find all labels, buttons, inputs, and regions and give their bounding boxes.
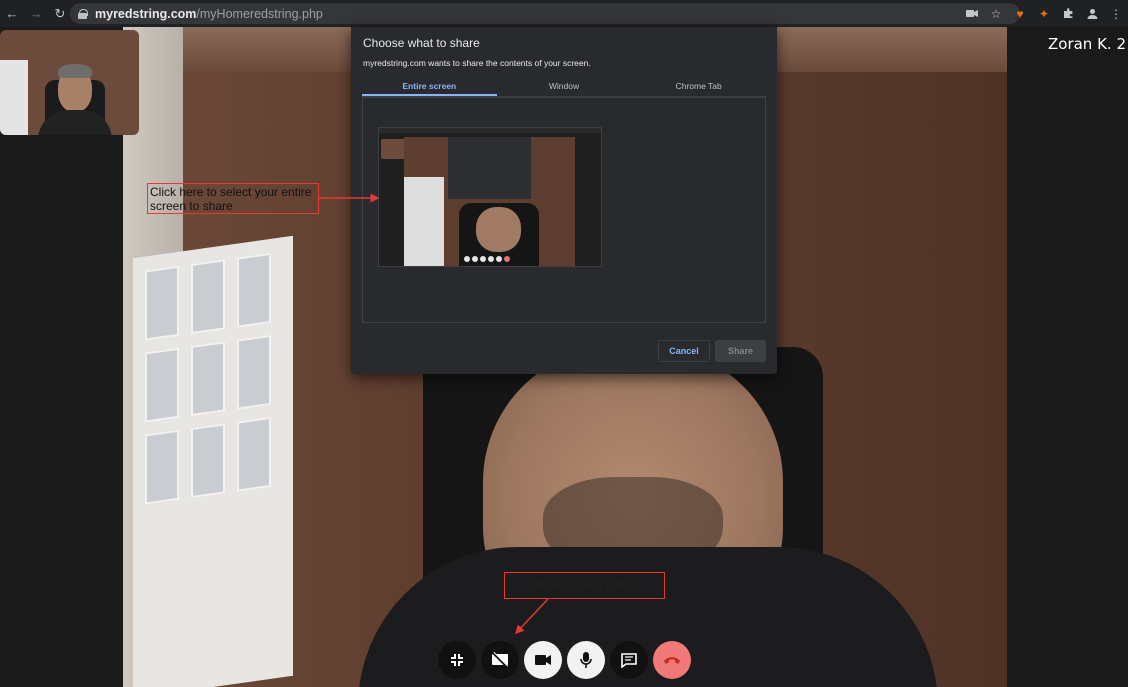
video-window-frame [133,235,293,687]
thumb-ctrl [472,256,478,262]
video-pane [191,423,225,499]
phone-hangup-icon [664,657,680,664]
profile-icon[interactable] [1080,0,1104,27]
tab-chrome-tab[interactable]: Chrome Tab [631,77,766,96]
thumb-toolbar [379,128,601,133]
forward-icon[interactable]: → [24,0,48,27]
share-dialog: Choose what to share myredstring.com wan… [351,27,777,374]
thumb-dialog-shape [448,137,531,199]
camera-button[interactable] [524,641,562,679]
thumb-hair [58,64,92,78]
thumb-ctrl [480,256,486,262]
thumb-face-shape [476,207,521,252]
thumb-ctrl [504,256,510,262]
video-pane [145,347,179,423]
dialog-subtitle: myredstring.com wants to share the conte… [363,58,591,68]
url-path: /myHomeredstring.php [196,6,323,21]
call-controls [438,641,691,679]
share-tabs: Entire screen Window Chrome Tab [362,77,766,97]
video-pane [191,259,225,335]
videocam-icon [535,655,551,665]
url-host: myredstring.com [95,6,197,21]
bookmark-star-icon[interactable]: ☆ [984,0,1008,27]
tab-entire-screen[interactable]: Entire screen [362,77,497,96]
extension-heart-icon[interactable]: ♥ [1008,0,1032,27]
video-pane [145,429,179,505]
hang-up-button[interactable] [653,641,691,679]
dialog-title: Choose what to share [363,36,480,50]
video-pane [191,341,225,417]
thumb-video [404,137,575,266]
back-icon[interactable]: ← [0,0,24,27]
video-pane [237,416,271,492]
share-button[interactable]: Share [715,340,766,362]
thumb-window-shape [404,177,444,266]
mic-icon [580,652,592,668]
extension-fox-icon[interactable]: ✦ [1032,0,1056,27]
camera-in-use-icon[interactable] [960,0,984,27]
fullscreen-exit-icon [451,654,463,666]
chat-icon [621,653,637,668]
annotation-entire-screen: Click here to select your entire screen … [147,183,319,214]
self-view-thumbnail[interactable] [0,30,139,135]
thumb-ctrl [464,256,470,262]
chat-button[interactable] [610,641,648,679]
entire-screen-thumbnail[interactable] [378,127,602,267]
annotation-share-button: Share screen button [504,572,665,599]
screen-preview-area [362,97,766,323]
lock-icon [78,8,88,19]
reload-icon[interactable]: ↻ [48,0,72,27]
browser-toolbar: ← → ↻ myredstring.com/myHomeredstring.ph… [0,0,1128,27]
thumb-ctrl [488,256,494,262]
call-stage: Zoran K. 2 Choose what to share myredstr… [0,27,1128,687]
video-pane [237,252,271,328]
video-pane [145,265,179,341]
cancel-button[interactable]: Cancel [658,340,710,362]
thumb-controls [464,256,514,262]
thumb-window [0,60,28,135]
screen-share-off-icon [492,652,509,668]
address-bar[interactable]: myredstring.com/myHomeredstring.php [70,3,1020,24]
thumb-ctrl [496,256,502,262]
participant-name: Zoran K. 2 [1047,35,1126,53]
exit-fullscreen-button[interactable] [438,641,476,679]
tab-window[interactable]: Window [497,77,632,96]
menu-kebab-icon[interactable]: ⋮ [1104,0,1128,27]
video-pane [237,334,271,410]
puzzle-icon[interactable] [1056,0,1080,27]
microphone-button[interactable] [567,641,605,679]
share-screen-button[interactable] [481,641,519,679]
